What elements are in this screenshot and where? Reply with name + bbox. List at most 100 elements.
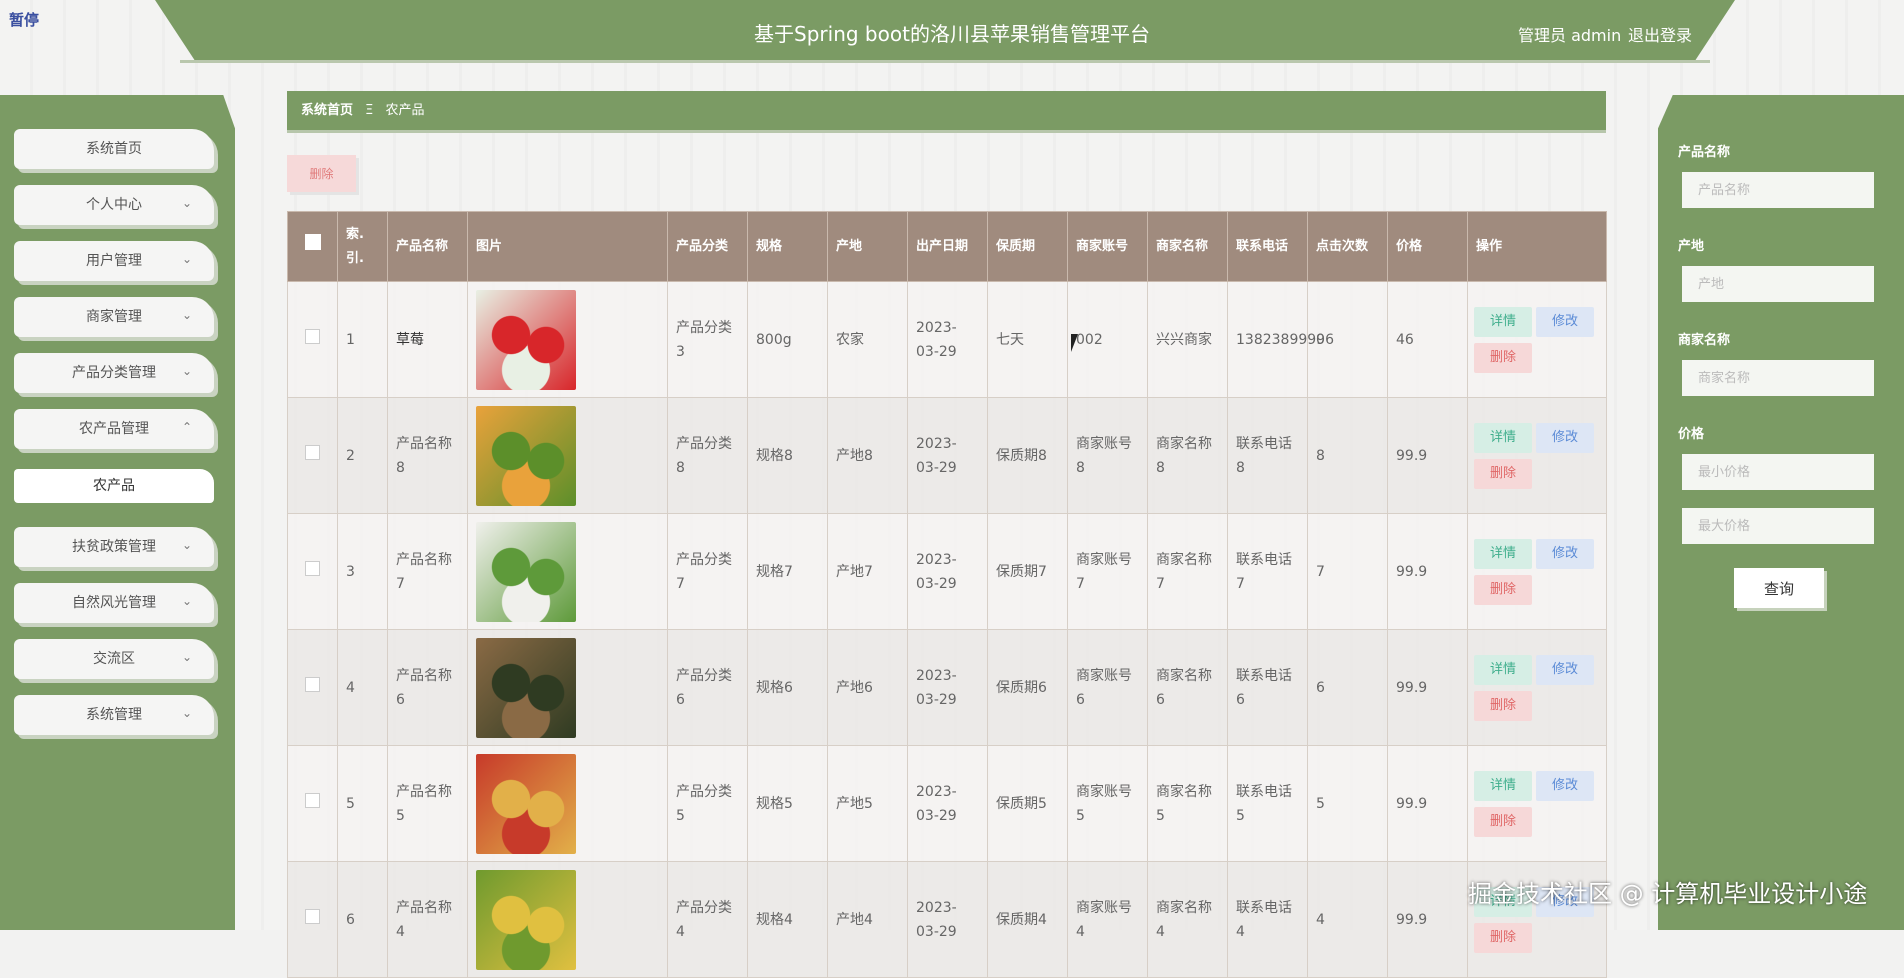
sidebar-item[interactable]: 个人中心 ⌄ [14,185,214,225]
detail-button[interactable]: 详情 [1474,770,1532,801]
row-phone: 13823899996 [1227,281,1334,398]
sidebar-item[interactable]: 交流区 ⌄ [14,639,214,679]
row-name: 产品名称8 [387,397,468,514]
sidebar-item[interactable]: 自然风光管理 ⌄ [14,583,214,623]
sidebar-item-label: 用户管理 [86,253,142,269]
detail-button[interactable]: 详情 [1474,306,1532,337]
row-name: 产品名称7 [387,513,468,630]
row-actions: 详情 修改 删除 [1467,629,1607,746]
col-image: 图片 [467,211,668,282]
detail-button[interactable]: 详情 [1474,422,1532,453]
sidebar-item-label: 交流区 [93,651,135,667]
row-clicks: 8 [1307,397,1388,514]
batch-delete-button[interactable]: 删除 [287,155,356,192]
row-select-cell[interactable] [287,745,338,862]
edit-button[interactable]: 修改 [1536,306,1594,337]
row-date: 2023-03-29 [907,281,988,398]
row-spec: 规格6 [747,629,828,746]
breadcrumb-separator: Ξ [365,103,374,118]
row-checkbox[interactable] [305,444,320,460]
row-image-cell [467,397,668,514]
sidebar-item-label: 自然风光管理 [72,595,156,611]
select-all-checkbox[interactable] [304,234,321,250]
row-actions: 详情 修改 删除 [1467,745,1607,862]
row-checkbox[interactable] [305,328,320,344]
sidebar-item[interactable]: 农产品管理 ⌃ [14,409,214,449]
col-merchant-account: 商家账号 [1067,211,1148,282]
row-select-cell[interactable] [287,513,338,630]
row-actions: 详情 修改 删除 [1467,397,1607,514]
row-date: 2023-03-29 [907,513,988,630]
edit-button[interactable]: 修改 [1536,654,1594,685]
delete-button[interactable]: 删除 [1474,922,1532,953]
row-checkbox[interactable] [305,560,320,576]
edit-button[interactable]: 修改 [1536,770,1594,801]
delete-button[interactable]: 删除 [1474,342,1532,373]
chevron-icon: ⌃ [181,420,192,434]
row-price: 99.9 [1387,861,1468,978]
row-image-cell [467,745,668,862]
row-spec: 规格4 [747,861,828,978]
col-name: 产品名称 [387,211,468,282]
sidebar-item[interactable]: 系统首页 [14,129,214,169]
row-category: 产品分类5 [667,745,748,862]
sidebar-item[interactable]: 商家管理 ⌄ [14,297,214,337]
min-price-input[interactable] [1682,454,1874,490]
delete-button[interactable]: 删除 [1474,690,1532,721]
col-merchant-name: 商家名称 [1147,211,1228,282]
chevron-icon: ⌄ [181,706,192,720]
logout-link[interactable]: 退出登录 [1628,22,1692,46]
row-select-cell[interactable] [287,281,338,398]
edit-button[interactable]: 修改 [1536,538,1594,569]
row-image-cell [467,513,668,630]
merchant-name-input[interactable] [1682,360,1874,396]
delete-button[interactable]: 删除 [1474,806,1532,837]
origin-input[interactable] [1682,266,1874,302]
sidebar-item[interactable]: 扶贫政策管理 ⌄ [14,527,214,567]
sidebar-item[interactable]: 产品分类管理 ⌄ [14,353,214,393]
row-checkbox[interactable] [305,908,320,924]
watermark: 掘金技术社区 @ 计算机毕业设计小途 [1468,880,1868,908]
delete-button[interactable]: 删除 [1474,458,1532,489]
product-name-input[interactable] [1682,172,1874,208]
row-checkbox[interactable] [305,676,320,692]
select-all-cell[interactable] [287,211,338,282]
row-origin: 产地7 [827,513,908,630]
row-index: 2 [337,397,388,514]
header-divider [180,60,1710,63]
row-select-cell[interactable] [287,629,338,746]
breadcrumb-home[interactable]: 系统首页 [287,91,353,130]
row-name: 草莓 [387,281,468,398]
max-price-input[interactable] [1682,508,1874,544]
row-origin: 农家 [827,281,908,398]
table-row: 1 草莓 产品分类3 800g 农家 2023-03-29 七天 002 兴兴商家 1382389… [287,281,1607,398]
query-button[interactable]: 查询 [1734,568,1824,608]
row-index: 3 [337,513,388,630]
detail-button[interactable]: 详情 [1474,538,1532,569]
row-checkbox[interactable] [305,792,320,808]
row-shelf-life: 保质期4 [987,861,1068,978]
row-shelf-life: 保质期6 [987,629,1068,746]
table-row: 3 产品名称7 产品分类7 规格7 产地7 2023-03-29 保质期7 商家账号7 商家名称… [287,513,1607,630]
row-spec: 规格7 [747,513,828,630]
row-clicks: 6 [1307,629,1388,746]
row-spec: 800g [747,281,828,398]
sidebar-item[interactable]: 系统管理 ⌄ [14,695,214,735]
row-category: 产品分类4 [667,861,748,978]
row-select-cell[interactable] [287,397,338,514]
delete-button[interactable]: 删除 [1474,574,1532,605]
row-select-cell[interactable] [287,861,338,978]
sidebar-item-label: 商家管理 [86,309,142,325]
chevron-icon: ⌄ [181,538,192,552]
row-actions: 详情 修改 删除 [1467,281,1607,398]
chevron-icon: ⌄ [181,252,192,266]
sidebar-item-label: 系统首页 [86,141,142,157]
sidebar-item[interactable]: 用户管理 ⌄ [14,241,214,281]
current-user: 管理员 admin [1518,26,1622,45]
row-date: 2023-03-29 [907,397,988,514]
detail-button[interactable]: 详情 [1474,654,1532,685]
row-image-cell [467,629,668,746]
sidebar-subitem-products[interactable]: 农产品 [14,469,214,503]
row-shelf-life: 保质期5 [987,745,1068,862]
edit-button[interactable]: 修改 [1536,422,1594,453]
